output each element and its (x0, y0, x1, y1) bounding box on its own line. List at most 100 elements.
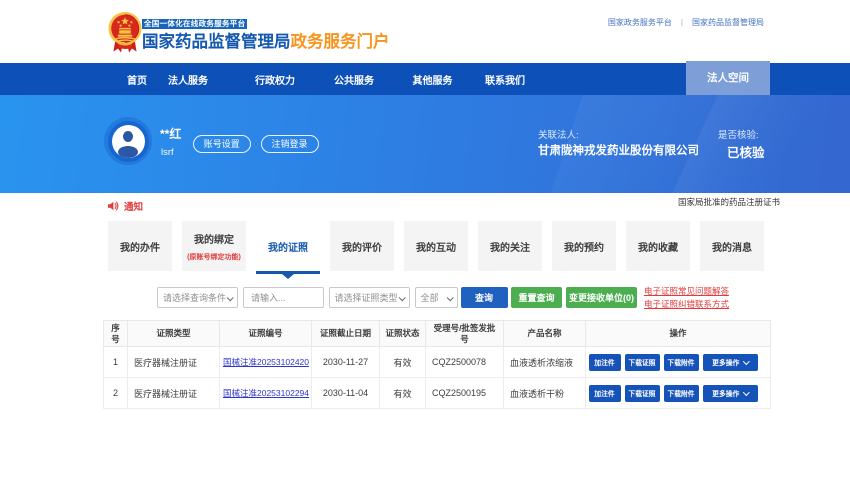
download-attachment-button[interactable]: 下载附件 (664, 354, 699, 371)
tab-label: 我的消息 (712, 239, 752, 254)
cell-license-type: 医疗器械注册证 (128, 347, 220, 378)
page: 全国一体化在线政务服务平台 国家药品监督管理局政务服务门户 国家政务服务平台|国… (0, 0, 850, 480)
faq-links: 电子证照常见问题解答 电子证照纠错联系方式 (644, 286, 729, 310)
cell-acceptance-no: CQZ2500078 (426, 347, 504, 378)
tab-label: 我的证照 (268, 239, 308, 254)
top-links: 国家政务服务平台 | 国家药品监督管理局 (608, 17, 764, 28)
user-id: lsrf (161, 147, 174, 158)
cell-license-number: 国械注准20253102294 (220, 378, 312, 409)
nav-home[interactable]: 首页 (127, 72, 147, 87)
row-actions: 加注件 下载证照 下载附件 更多操作 (589, 354, 771, 371)
chevron-down-icon (743, 389, 749, 395)
condition-select[interactable]: 请选择查询条件 (157, 287, 238, 308)
more-actions-button[interactable]: 更多操作 (703, 385, 758, 402)
avatar[interactable] (104, 117, 152, 165)
table-row: 2 医疗器械注册证 国械注准20253102294 2030-11-04 有效 … (104, 378, 771, 409)
active-tab-pointer (282, 274, 294, 279)
license-contact-link[interactable]: 电子证照纠错联系方式 (644, 298, 729, 311)
logout-button[interactable]: 注销登录 (261, 135, 319, 154)
site-title-agency: 国家药品监督管理局 (142, 33, 291, 51)
select-value: 请选择查询条件 (163, 291, 226, 304)
cell-expiry-date: 2030-11-27 (312, 347, 380, 378)
cell-acceptance-no: CQZ2500195 (426, 378, 504, 409)
verify-value: 已核验 (727, 142, 765, 161)
nav-other-services[interactable]: 其他服务 (413, 72, 453, 87)
tab-my-appointments[interactable]: 我的预约 (552, 221, 616, 271)
col-expiry-date: 证照截止日期 (312, 321, 380, 347)
cell-actions: 加注件 下载证照 下载附件 更多操作 (586, 378, 771, 409)
cell-status: 有效 (380, 347, 426, 378)
tab-my-messages[interactable]: 我的消息 (700, 221, 764, 271)
nav-contact-us[interactable]: 联系我们 (485, 72, 525, 87)
chevron-down-icon (446, 294, 453, 301)
cell-status: 有效 (380, 378, 426, 409)
cell-expiry-date: 2030-11-04 (312, 378, 380, 409)
link-nmpa[interactable]: 国家药品监督管理局 (692, 18, 764, 27)
verify-label: 是否核验: (718, 127, 759, 141)
license-number-link[interactable]: 国械注准20253102420 (223, 357, 309, 368)
logo-text: 全国一体化在线政务服务平台 国家药品监督管理局政务服务门户 (142, 11, 390, 53)
tab-label: 我的绑定 (194, 231, 234, 246)
account-settings-button[interactable]: 账号设置 (193, 135, 251, 154)
cell-license-number: 国械注准20253102420 (220, 347, 312, 378)
col-no: 序号 (104, 321, 128, 347)
more-actions-button[interactable]: 更多操作 (703, 354, 758, 371)
nav-corporate-services[interactable]: 法人服务 (168, 72, 208, 87)
notice-label: 通知 (124, 199, 143, 213)
notice-message[interactable]: 国家局批准的药品注册证书 (678, 196, 780, 208)
col-product-name: 产品名称 (504, 321, 586, 347)
reset-button[interactable]: 重置查询 (511, 287, 562, 308)
link-separator: | (681, 18, 683, 27)
tab-label: 我的收藏 (638, 239, 678, 254)
download-license-button[interactable]: 下载证照 (625, 385, 660, 402)
platform-badge: 全国一体化在线政务服务平台 (142, 19, 247, 29)
link-national-platform[interactable]: 国家政务服务平台 (608, 18, 672, 27)
chevron-down-icon (398, 294, 405, 301)
col-acceptance-no: 受理号/批签发批号 (426, 321, 504, 347)
license-table: 序号 证照类型 证照编号 证照截止日期 证照状态 受理号/批签发批号 产品名称 … (103, 320, 771, 409)
change-recipient-button[interactable]: 变更接收单位(0) (566, 287, 637, 308)
table-row: 1 医疗器械注册证 国械注准20253102420 2030-11-27 有效 … (104, 347, 771, 378)
license-faq-link[interactable]: 电子证照常见问题解答 (644, 285, 729, 298)
profile-tabs: 我的办件 我的绑定(原账号绑定功能) 我的证照 我的评价 我的互动 我的关注 我… (108, 221, 764, 271)
scope-select[interactable]: 全部 (415, 287, 458, 308)
corporate-space-button[interactable]: 法人空间 (686, 61, 770, 95)
chevron-down-icon (227, 294, 234, 301)
select-value: 全部 (421, 291, 439, 304)
site-title-portal: 政务服务门户 (291, 33, 390, 51)
main-nav: 首页 法人服务 行政权力 公共服务 其他服务 联系我们 法人空间 (0, 63, 850, 95)
license-type-select[interactable]: 请选择证照类型 (329, 287, 410, 308)
nav-administrative-power[interactable]: 行政权力 (255, 72, 295, 87)
col-license-type: 证照类型 (128, 321, 220, 347)
download-license-button[interactable]: 下载证照 (625, 354, 660, 371)
cell-license-type: 医疗器械注册证 (128, 378, 220, 409)
cell-no: 1 (104, 347, 128, 378)
legal-entity-value: 甘肃陇神戎发药业股份有限公司 (538, 142, 699, 158)
query-button[interactable]: 查询 (461, 287, 508, 308)
tab-label: 我的评价 (342, 239, 382, 254)
tab-label: 我的关注 (490, 239, 530, 254)
keyword-input[interactable] (243, 287, 324, 308)
select-value: 请选择证照类型 (335, 291, 398, 304)
user-icon (112, 125, 145, 158)
tab-my-favorites[interactable]: 我的收藏 (626, 221, 690, 271)
chevron-down-icon (743, 358, 749, 364)
cell-actions: 加注件 下载证照 下载附件 更多操作 (586, 347, 771, 378)
national-emblem-icon (106, 11, 144, 53)
tab-my-items[interactable]: 我的办件 (108, 221, 172, 271)
nav-public-services[interactable]: 公共服务 (334, 72, 374, 87)
tab-my-licenses[interactable]: 我的证照 (256, 221, 320, 271)
tab-my-reviews[interactable]: 我的评价 (330, 221, 394, 271)
add-note-button[interactable]: 加注件 (589, 385, 621, 402)
tab-my-binding[interactable]: 我的绑定(原账号绑定功能) (182, 221, 246, 271)
tab-my-follows[interactable]: 我的关注 (478, 221, 542, 271)
download-attachment-button[interactable]: 下载附件 (664, 385, 699, 402)
speaker-icon (107, 200, 119, 212)
add-note-button[interactable]: 加注件 (589, 354, 621, 371)
filter-bar: 请选择查询条件 请选择证照类型 全部 查询 重置查询 变更接收单位(0) 电子证… (157, 287, 729, 308)
top-bar: 全国一体化在线政务服务平台 国家药品监督管理局政务服务门户 国家政务服务平台|国… (0, 0, 850, 63)
tab-my-interactions[interactable]: 我的互动 (404, 221, 468, 271)
license-number-link[interactable]: 国械注准20253102294 (223, 388, 309, 399)
cell-product-name: 血液透析干粉 (504, 378, 586, 409)
site-title: 国家药品监督管理局政务服务门户 (142, 33, 390, 51)
